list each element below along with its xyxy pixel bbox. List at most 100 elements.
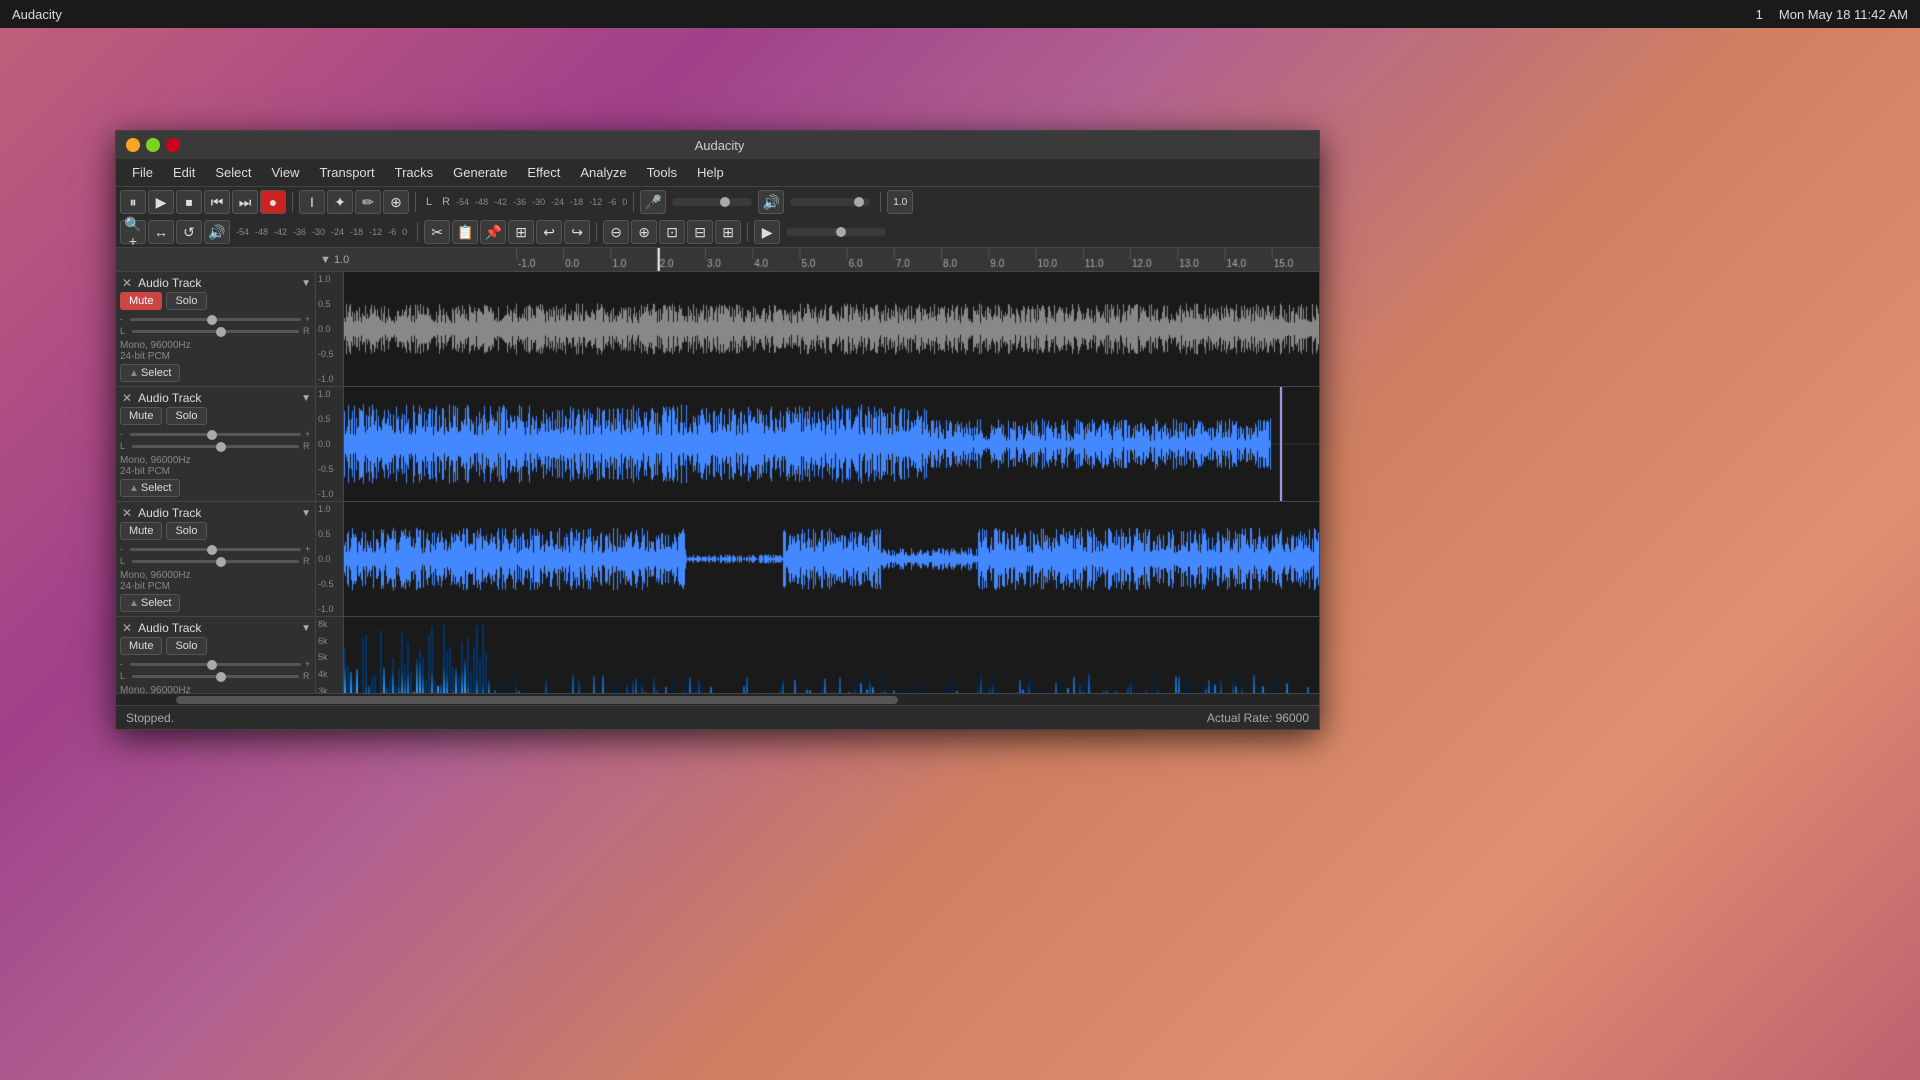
audio-out[interactable]: 🔊 <box>204 220 230 244</box>
ruler-content[interactable] <box>516 248 1319 271</box>
track-3-close[interactable]: ✕ <box>120 506 134 520</box>
track-1-gain-slider[interactable] <box>130 318 301 321</box>
separator-6 <box>596 222 597 242</box>
zoom-toggle[interactable]: ⊞ <box>715 220 741 244</box>
menu-tools[interactable]: Tools <box>639 163 685 182</box>
meter-scale-top: -54-48-42-36 -30-24-18-12 -60 <box>456 197 627 207</box>
track-4-solo[interactable]: Solo <box>166 637 206 655</box>
track-4-header: ✕ Audio Track ▼ <box>120 621 311 635</box>
separator-4 <box>880 192 881 212</box>
menu-file[interactable]: File <box>124 163 161 182</box>
track-4-gain-slider[interactable] <box>130 663 301 666</box>
zoom-in-btn[interactable]: 🔍+ <box>120 220 146 244</box>
playback-speed[interactable]: 1.0 <box>887 190 913 214</box>
track-2-gain-row: - + <box>120 429 311 439</box>
track-4-waveform[interactable]: 8k6k5k4k3k2k0k <box>316 617 1319 693</box>
system-bar: Audacity 1 Mon May 18 11:42 AM <box>0 0 1920 28</box>
output-volume-slider[interactable] <box>790 198 870 206</box>
track-3-arrow[interactable]: ▼ <box>301 508 311 519</box>
track-3-waveform[interactable]: 1.00.50.0-0.5-1.0 <box>316 502 1319 616</box>
track-4-close[interactable]: ✕ <box>120 621 134 635</box>
menu-select[interactable]: Select <box>207 163 259 182</box>
track-3-scale: 1.00.50.0-0.5-1.0 <box>316 502 344 616</box>
play-speed-slider[interactable] <box>786 228 886 236</box>
clip-toggle[interactable]: ✂ <box>424 220 450 244</box>
minimize-button[interactable] <box>126 138 140 152</box>
menu-edit[interactable]: Edit <box>165 163 203 182</box>
track-1-header: ✕ Audio Track ▼ <box>120 276 311 290</box>
track-2-mute[interactable]: Mute <box>120 407 162 425</box>
window-title: Audacity <box>180 138 1259 153</box>
track-4-arrow[interactable]: ▼ <box>301 623 311 634</box>
track-4-mute[interactable]: Mute <box>120 637 162 655</box>
menu-transport[interactable]: Transport <box>311 163 382 182</box>
menu-tracks[interactable]: Tracks <box>387 163 442 182</box>
pause-button[interactable]: ⏸ <box>120 190 146 214</box>
mic-button[interactable]: 🎤 <box>640 190 666 214</box>
status-left: Stopped. <box>126 711 174 725</box>
stop-button[interactable]: ⏹ <box>176 190 202 214</box>
menu-help[interactable]: Help <box>689 163 732 182</box>
track-1-select[interactable]: ▲ Select <box>120 364 180 382</box>
next-button[interactable]: ⏭ <box>232 190 258 214</box>
clip-copy[interactable]: 📋 <box>452 220 478 244</box>
track-2-pan-slider[interactable] <box>132 445 299 448</box>
redo-btn[interactable]: ↪ <box>564 220 590 244</box>
track-2-gain-slider[interactable] <box>130 433 301 436</box>
track-1-pan-slider[interactable] <box>132 330 299 333</box>
speaker-button[interactable]: 🔊 <box>758 190 784 214</box>
track-2-solo[interactable]: Solo <box>166 407 206 425</box>
menu-analyze[interactable]: Analyze <box>572 163 634 182</box>
status-right: Actual Rate: 96000 <box>1207 711 1309 725</box>
clip-paste[interactable]: 📌 <box>480 220 506 244</box>
record-button[interactable]: ● <box>260 190 286 214</box>
menu-view[interactable]: View <box>264 163 308 182</box>
track-3-solo[interactable]: Solo <box>166 522 206 540</box>
track-2-close[interactable]: ✕ <box>120 391 134 405</box>
menu-effect[interactable]: Effect <box>519 163 568 182</box>
track-2-controls: ✕ Audio Track ▼ Mute Solo - <box>116 387 316 501</box>
track-3-pan-slider[interactable] <box>132 560 299 563</box>
content-area: ✕ Audio Track ▼ Mute Solo - <box>116 272 1319 693</box>
main-window: Audacity File Edit Select View Transport… <box>115 130 1320 730</box>
play-at-speed[interactable]: ▶ <box>754 220 780 244</box>
selection-tool[interactable]: I <box>299 190 325 214</box>
status-bar: Stopped. Actual Rate: 96000 <box>116 705 1319 729</box>
multi-tool[interactable]: ✦ <box>327 190 353 214</box>
undo-btn[interactable]: ↩ <box>536 220 562 244</box>
track-2-waveform[interactable]: 1.00.50.0-0.5-1.0 <box>316 387 1319 501</box>
prev-button[interactable]: ⏮ <box>204 190 230 214</box>
maximize-button[interactable] <box>146 138 160 152</box>
zoom-tool[interactable]: ⊕ <box>383 190 409 214</box>
close-button[interactable] <box>166 138 180 152</box>
scrollbar-thumb[interactable] <box>176 696 898 704</box>
track-2-sliders: - + L R <box>120 427 311 453</box>
play-button[interactable]: ▶ <box>148 190 174 214</box>
track-2-arrow[interactable]: ▼ <box>301 393 311 404</box>
track-1-mute[interactable]: Mute <box>120 292 162 310</box>
track-3-select[interactable]: ▲ Select <box>120 594 180 612</box>
track-4-pan-slider[interactable] <box>132 675 299 678</box>
zoom-all[interactable]: ⊟ <box>687 220 713 244</box>
track-1-waveform[interactable]: 1.00.50.0-0.5-1.0 <box>316 272 1319 386</box>
track-1-arrow[interactable]: ▼ <box>301 278 311 289</box>
track-1-solo[interactable]: Solo <box>166 292 206 310</box>
zoom-loop[interactable]: ↺ <box>176 220 202 244</box>
track-4-scale: 8k6k5k4k3k2k0k <box>316 617 344 693</box>
track-3-mute[interactable]: Mute <box>120 522 162 540</box>
zoom-out-btn[interactable]: ⊖ <box>603 220 629 244</box>
zoom-in-btn2[interactable]: ⊕ <box>631 220 657 244</box>
zoom-sel[interactable]: ⊡ <box>659 220 685 244</box>
zoom-fit-btn[interactable]: ↔ <box>148 220 174 244</box>
track-3-pan-l: L <box>120 556 128 566</box>
multi-view[interactable]: ⊞ <box>508 220 534 244</box>
track-3-gain-slider[interactable] <box>130 548 301 551</box>
draw-tool[interactable]: ✏ <box>355 190 381 214</box>
track-1-close[interactable]: ✕ <box>120 276 134 290</box>
input-volume-slider[interactable] <box>672 198 752 206</box>
horizontal-scrollbar[interactable] <box>116 693 1319 705</box>
menu-generate[interactable]: Generate <box>445 163 515 182</box>
separator-7 <box>747 222 748 242</box>
separator-3 <box>633 192 634 212</box>
track-2-select[interactable]: ▲ Select <box>120 479 180 497</box>
